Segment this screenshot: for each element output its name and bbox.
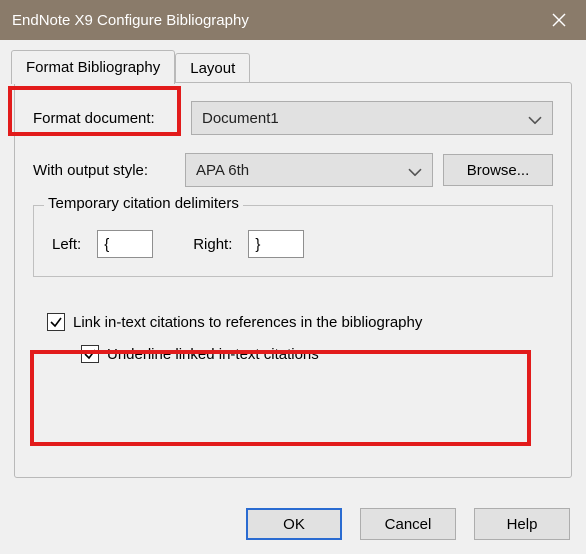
tabs-row: Format Bibliography Layout: [11, 50, 572, 84]
select-value: APA 6th: [196, 162, 249, 179]
ok-button[interactable]: OK: [246, 508, 342, 540]
chevron-down-icon: [408, 163, 422, 180]
tab-panel: Format document: Document1 With output s…: [14, 82, 572, 478]
left-delim-label: Left:: [52, 236, 81, 253]
right-delim-input[interactable]: [248, 230, 304, 258]
button-label: OK: [283, 516, 305, 533]
check-label: Underline linked in-text citations: [107, 346, 319, 363]
help-button[interactable]: Help: [474, 508, 570, 540]
dialog-buttons: OK Cancel Help: [0, 508, 586, 540]
button-label: Browse...: [467, 162, 530, 179]
check-label: Link in-text citations to references in …: [73, 314, 422, 331]
left-delim-input[interactable]: [97, 230, 153, 258]
format-document-select[interactable]: Document1: [191, 101, 553, 135]
group-temporary-delimiters: Temporary citation delimiters Left: Righ…: [33, 205, 553, 277]
tab-format-bibliography[interactable]: Format Bibliography: [11, 50, 175, 84]
checkmark-icon: [49, 315, 63, 329]
close-icon: [552, 13, 566, 27]
client-area: Format Bibliography Layout Format docume…: [0, 40, 586, 554]
tab-label: Layout: [190, 60, 235, 77]
output-style-select[interactable]: APA 6th: [185, 153, 433, 187]
browse-button[interactable]: Browse...: [443, 154, 553, 186]
right-delim-label: Right:: [193, 236, 232, 253]
check-link-citations[interactable]: [47, 313, 65, 331]
check-link-citations-row: Link in-text citations to references in …: [47, 313, 553, 331]
window-title: EndNote X9 Configure Bibliography: [12, 12, 249, 29]
titlebar: EndNote X9 Configure Bibliography: [0, 0, 586, 40]
tab-label: Format Bibliography: [26, 59, 160, 76]
check-underline-linked-row: Underline linked in-text citations: [81, 345, 553, 363]
row-output-style: With output style: APA 6th Browse...: [33, 153, 553, 187]
delimiter-row: Left: Right:: [52, 230, 534, 258]
checkmark-icon: [83, 347, 97, 361]
output-style-label: With output style:: [33, 162, 185, 179]
close-button[interactable]: [532, 0, 586, 40]
row-format-document: Format document: Document1: [33, 101, 553, 135]
cancel-button[interactable]: Cancel: [360, 508, 456, 540]
groupbox-title: Temporary citation delimiters: [44, 195, 243, 212]
button-label: Cancel: [385, 516, 432, 533]
check-underline-linked[interactable]: [81, 345, 99, 363]
button-label: Help: [507, 516, 538, 533]
format-document-label: Format document:: [33, 110, 191, 127]
chevron-down-icon: [528, 111, 542, 128]
select-value: Document1: [202, 110, 279, 127]
